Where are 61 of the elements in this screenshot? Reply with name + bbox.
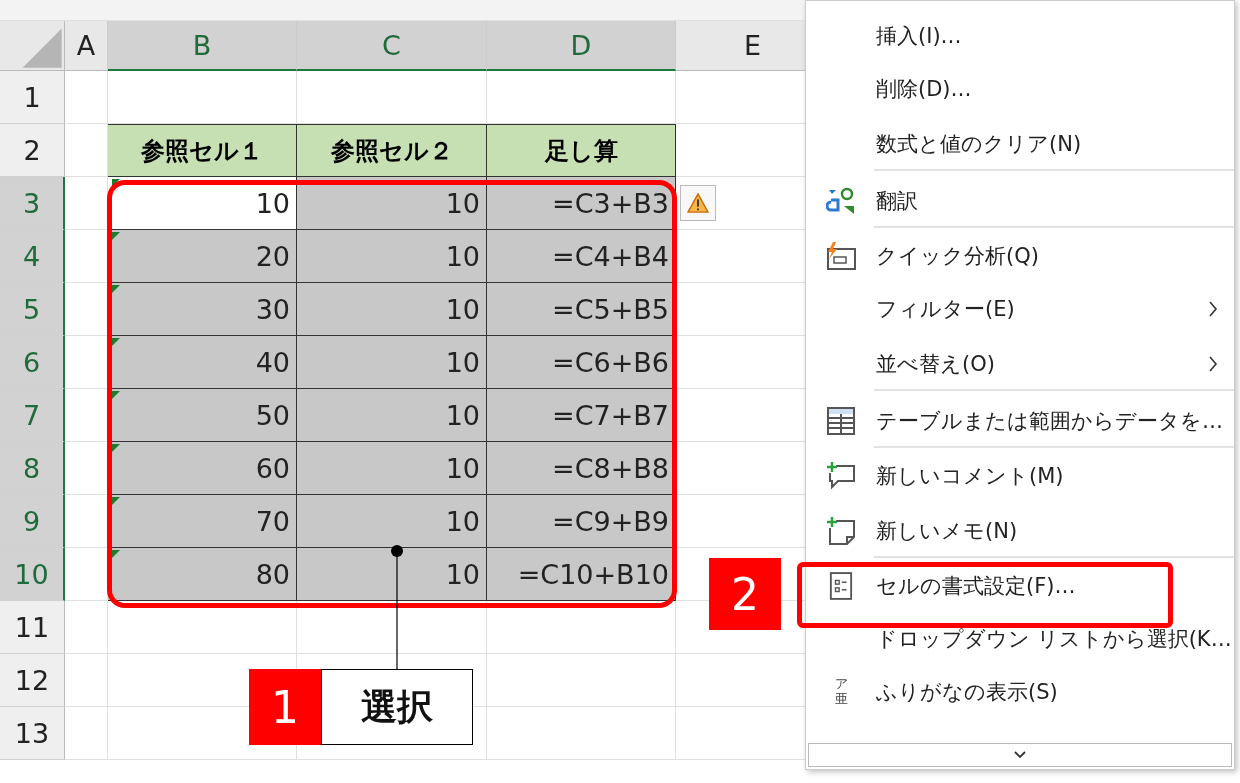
furigana-icon: ア 亜 xyxy=(834,677,848,706)
translate-icon xyxy=(826,185,856,216)
row-header[interactable]: 8 xyxy=(0,442,65,495)
menu-item[interactable]: 新しいコメント(M) xyxy=(806,449,1234,502)
step-label: 選択 xyxy=(321,669,473,745)
menu-item[interactable]: ア 亜 ふりがなの表示(S) xyxy=(806,665,1234,718)
table-cell: =C3+B3 xyxy=(487,177,676,230)
table-cell: 10 xyxy=(297,495,487,548)
row-header[interactable]: 1 xyxy=(0,71,65,124)
table-cell: =C10+B10 xyxy=(487,548,676,601)
table-cell: 10 xyxy=(297,548,487,601)
new-note-icon xyxy=(826,515,856,546)
menu-item[interactable]: フィルター(E) xyxy=(806,282,1234,335)
row-header[interactable]: 6 xyxy=(0,336,65,389)
table-icon xyxy=(826,405,856,436)
step-number-badge: 2 xyxy=(709,558,781,630)
table-header-cell: 参照セル２ xyxy=(297,124,487,177)
column-header[interactable]: A xyxy=(65,21,108,71)
table-cell: 10 xyxy=(297,283,487,336)
row-header[interactable]: 2 xyxy=(0,124,65,177)
table-header-cell: 足し算 xyxy=(487,124,676,177)
format-cells-icon xyxy=(829,570,853,601)
row-header[interactable]: 4 xyxy=(0,230,65,283)
table-cell xyxy=(65,601,108,654)
column-header[interactable]: C xyxy=(297,21,487,71)
row-header[interactable]: 12 xyxy=(0,654,65,707)
menu-item[interactable]: ドロップダウン リストから選択(K… xyxy=(806,612,1234,665)
table-cell: 10 xyxy=(297,177,487,230)
table-header-cell: 参照セル１ xyxy=(108,124,297,177)
menu-item[interactable]: テーブルまたは範囲からデータを… xyxy=(806,392,1234,449)
quick-analysis-icon xyxy=(825,240,857,271)
row-header[interactable]: 9 xyxy=(0,495,65,548)
scroll-down-button[interactable] xyxy=(808,743,1232,767)
table-cell: 10 xyxy=(297,336,487,389)
new-comment-icon xyxy=(826,460,856,491)
step-number-badge: 1 xyxy=(249,669,321,745)
error-warning-button[interactable] xyxy=(680,185,716,221)
table-cell: 10 xyxy=(297,230,487,283)
row-header[interactable]: 5 xyxy=(0,283,65,336)
table-cell xyxy=(65,71,108,124)
warning-icon xyxy=(687,193,709,213)
chevron-down-icon xyxy=(1013,751,1027,759)
table-cell xyxy=(65,707,108,760)
table-cell: 10 xyxy=(297,389,487,442)
menu-item[interactable]: クイック分析(Q) xyxy=(806,229,1234,282)
row-header[interactable]: 11 xyxy=(0,601,65,654)
select-all-button[interactable] xyxy=(0,21,65,71)
menu-item[interactable]: 並べ替え(O) xyxy=(806,335,1234,392)
menu-item[interactable]: 新しいメモ(N) xyxy=(806,502,1234,559)
row-header[interactable]: 13 xyxy=(0,707,65,760)
column-header[interactable]: B xyxy=(108,21,297,71)
table-cell: 80 xyxy=(108,548,297,601)
table-cell: 10 xyxy=(297,442,487,495)
row-header[interactable]: 7 xyxy=(0,389,65,442)
menu-item[interactable]: 数式と値のクリア(N) xyxy=(806,115,1234,172)
column-header[interactable]: D xyxy=(487,21,676,71)
menu-item[interactable]: 翻訳 xyxy=(806,172,1234,229)
row-header[interactable]: 3 xyxy=(0,177,65,230)
menu-item[interactable]: セルの書式設定(F)… xyxy=(806,559,1234,612)
table-cell xyxy=(65,654,108,707)
row-header[interactable]: 10 xyxy=(0,548,65,601)
